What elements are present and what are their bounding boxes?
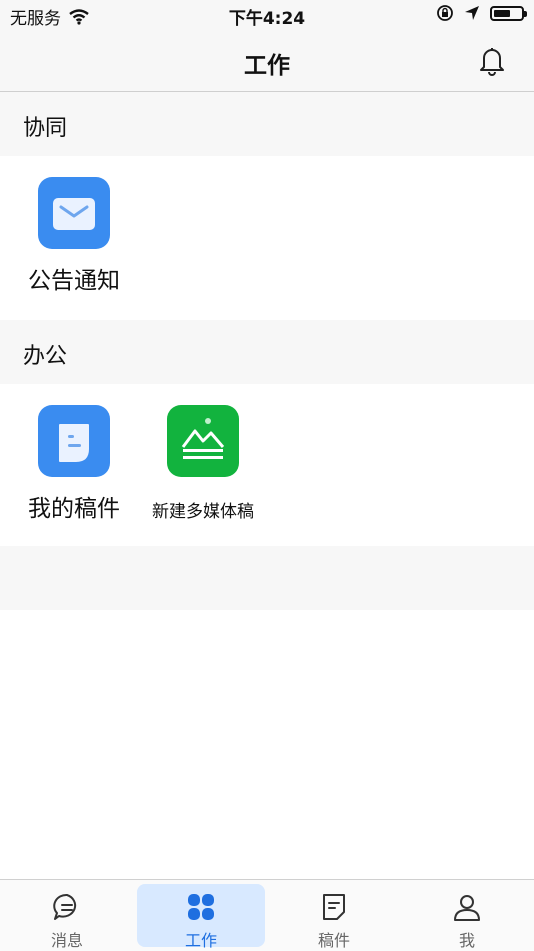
app-my-drafts[interactable]: 我的稿件 <box>10 405 138 523</box>
mountain-icon <box>167 405 239 477</box>
app-announcement[interactable]: 公告通知 <box>10 177 138 295</box>
empty-section <box>0 546 534 610</box>
tab-work[interactable]: 工作 <box>137 884 265 950</box>
tab-drafts[interactable]: 稿件 <box>270 884 398 950</box>
section-grid-collab: 公告通知 <box>0 156 534 320</box>
grid-icon <box>188 894 214 920</box>
app-label: 新建多媒体稿 <box>152 502 254 522</box>
status-bar: 无服务 下午4:24 <box>0 0 534 30</box>
page-title: 工作 <box>244 53 290 79</box>
battery-fill <box>494 9 510 17</box>
section-title: 办公 <box>23 344 68 369</box>
tab-label: 消息 <box>50 931 83 950</box>
tab-me[interactable]: 我 <box>403 884 531 950</box>
tab-label: 工作 <box>184 931 217 950</box>
app-new-multimedia[interactable]: 新建多媒体稿 <box>139 405 267 522</box>
status-right <box>436 4 527 22</box>
section-title: 协同 <box>23 116 68 141</box>
nav-bar: 工作 <box>0 30 534 92</box>
document-icon <box>38 405 110 477</box>
location-arrow-icon <box>465 6 479 20</box>
tab-bar: 消息 工作 稿件 我 <box>0 879 534 951</box>
chat-icon <box>53 893 77 920</box>
app-label: 我的稿件 <box>28 496 120 522</box>
note-icon <box>323 894 345 920</box>
person-icon <box>454 895 480 921</box>
rotation-lock-icon <box>437 5 453 21</box>
app-label: 公告通知 <box>28 268 120 294</box>
section-header-collab: 协同 <box>0 92 534 156</box>
tab-messages[interactable]: 消息 <box>3 884 131 950</box>
mail-icon <box>38 177 110 249</box>
tab-label: 我 <box>458 931 475 950</box>
section-header-office: 办公 <box>0 320 534 384</box>
battery-icon <box>490 5 527 21</box>
section-grid-office: 我的稿件 新建多媒体稿 <box>0 384 534 546</box>
bell-icon[interactable] <box>476 44 508 76</box>
tab-label: 稿件 <box>317 931 350 950</box>
